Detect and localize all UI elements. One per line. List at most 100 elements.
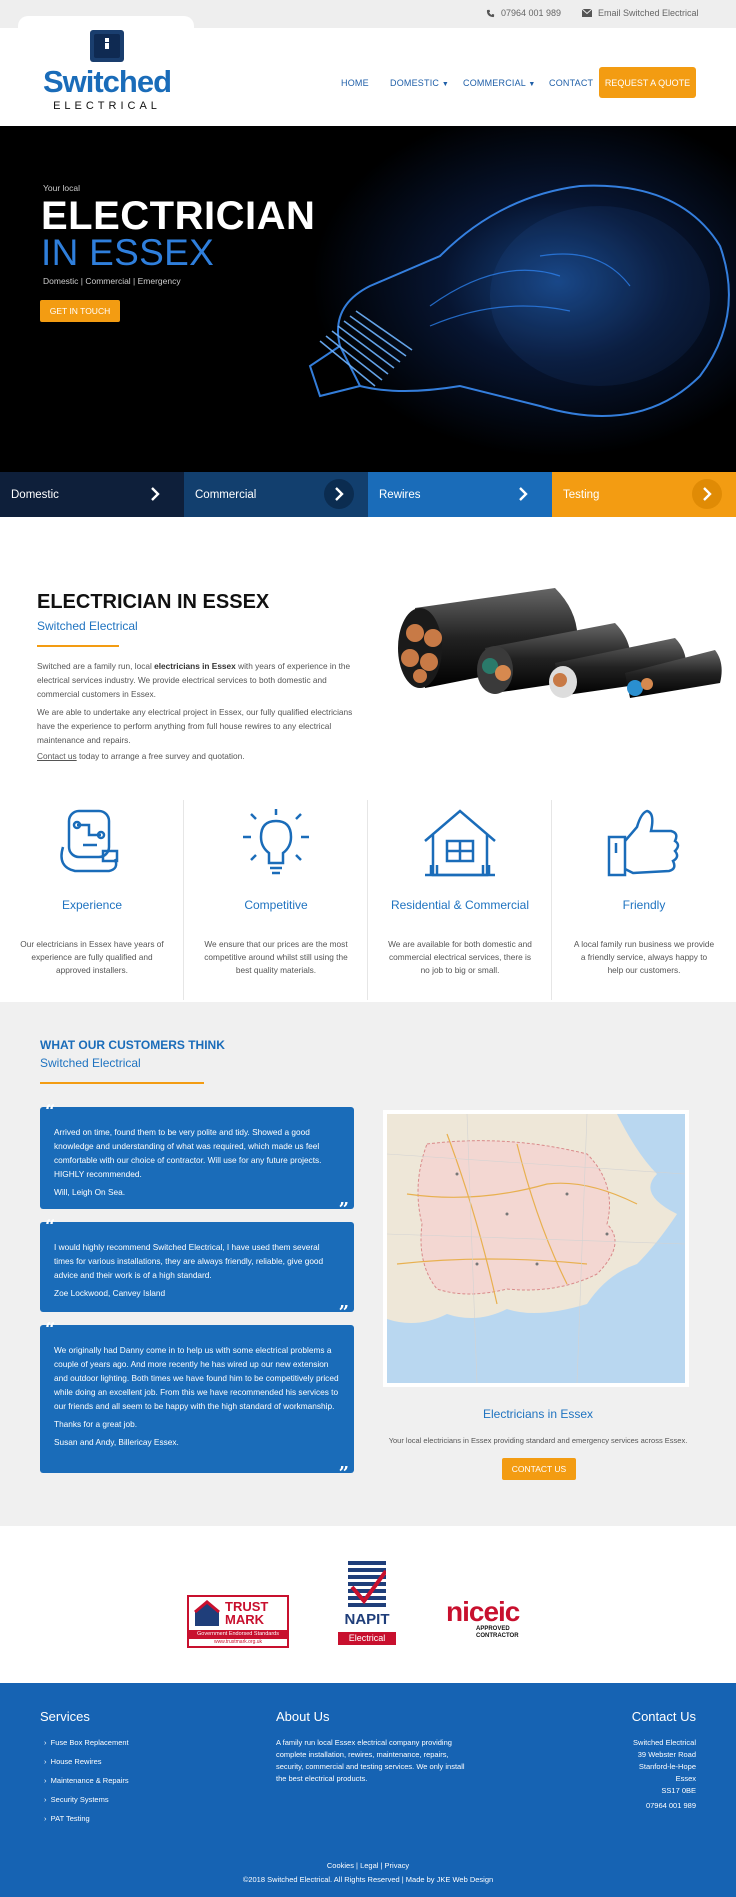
nav-commercial-label: COMMERCIAL <box>463 78 526 88</box>
testimonials-subtitle: Switched Electrical <box>40 1056 141 1070</box>
thumbs-up-icon <box>607 809 680 877</box>
footer-service-label: House Rewires <box>50 1757 102 1766</box>
feature-text: We are available for both domestic and c… <box>388 939 532 975</box>
feature-text: We ensure that our prices are the most c… <box>204 939 348 975</box>
trustmark-name: TRUST MARK <box>225 1599 269 1627</box>
footer-service-link[interactable]: › PAT Testing <box>44 1814 129 1823</box>
intro-paragraph-1: Switched are a family run, local electri… <box>37 659 357 701</box>
wiring-icon <box>60 809 119 873</box>
footer-phone[interactable]: 07964 001 989 <box>596 1801 696 1810</box>
napit-name: NAPIT <box>344 1611 390 1628</box>
napit-logo: NAPIT Electrical <box>338 1561 396 1647</box>
footer-service-label: Maintenance & Repairs <box>50 1776 129 1785</box>
service-label: Domestic <box>11 488 59 501</box>
footer-about-title: About Us <box>276 1709 330 1724</box>
service-label: Testing <box>563 488 600 501</box>
chevron-right-icon: › <box>44 1776 51 1785</box>
intro-text: Switched are a family run, local <box>37 661 155 671</box>
service-rewires[interactable]: Rewires <box>368 472 552 517</box>
chevron-right-icon: › <box>44 1757 51 1766</box>
nav-commercial[interactable]: COMMERCIAL ▼ <box>463 78 536 88</box>
intro-subtitle: Switched Electrical <box>37 619 138 633</box>
chevron-right-icon <box>692 479 722 509</box>
intro-paragraph-3: Contact us today to arrange a free surve… <box>37 749 357 763</box>
phone-icon <box>486 9 495 17</box>
testimonial-text: We originally had Danny come in to help … <box>54 1345 339 1411</box>
feature-text: Our electricians in Essex have years of … <box>20 939 164 975</box>
quote-close-icon: ” <box>338 1302 349 1323</box>
lightbulb-icon <box>243 809 309 875</box>
testimonial-extra: Thanks for a great job. <box>54 1419 138 1429</box>
phone-number: 07964 001 989 <box>501 8 562 18</box>
testimonial-card: “ Arrived on time, found them to be very… <box>40 1103 354 1219</box>
testimonial-text: Arrived on time, found them to be very p… <box>54 1127 322 1179</box>
trustmark-shield-icon <box>194 1600 220 1626</box>
service-commercial[interactable]: Commercial <box>184 472 368 517</box>
address-line: SS17 0BE <box>661 1786 696 1795</box>
footer-services-list: › Fuse Box Replacement › House Rewires ›… <box>44 1738 129 1833</box>
footer-service-link[interactable]: › Fuse Box Replacement <box>44 1738 129 1747</box>
switch-icon <box>90 30 124 62</box>
request-quote-button[interactable]: REQUEST A QUOTE <box>599 67 696 98</box>
feature-title: Friendly <box>622 898 666 912</box>
service-testing[interactable]: Testing <box>552 472 736 517</box>
quote-open-icon: “ <box>45 1319 56 1340</box>
site-logo[interactable]: Switched ELECTRICAL <box>36 30 178 114</box>
footer-service-label: PAT Testing <box>50 1814 90 1823</box>
chevron-right-icon: › <box>44 1795 51 1804</box>
phone-link[interactable]: 07964 001 989 <box>486 8 561 18</box>
footer-service-link[interactable]: › House Rewires <box>44 1757 129 1766</box>
feature-friendly: Friendly A local family run business we … <box>552 792 736 1002</box>
address-line: Switched Electrical <box>633 1738 696 1747</box>
logo-name: Switched <box>42 64 172 99</box>
quote-close-icon: ” <box>338 1199 349 1220</box>
feature-title: Residential & Commercial <box>390 898 530 912</box>
footer-services-title: Services <box>40 1709 90 1724</box>
contact-us-link[interactable]: Contact us <box>37 751 77 761</box>
nav-home[interactable]: HOME <box>341 78 369 88</box>
feature-title: Competitive <box>244 898 308 912</box>
chevron-right-icon <box>324 479 354 509</box>
lightbulb-image <box>308 184 730 417</box>
intro-text: today to arrange a free survey and quota… <box>76 751 245 761</box>
niceic-logo: niceic APPROVED CONTRACTOR <box>446 1596 550 1648</box>
quote-open-icon: “ <box>45 1216 56 1237</box>
address-line: Stanford-le-Hope <box>638 1762 696 1771</box>
footer-service-link[interactable]: › Maintenance & Repairs <box>44 1776 129 1785</box>
map-text: Your local electricians in Essex providi… <box>388 1436 688 1445</box>
nav-domestic-label: DOMESTIC <box>390 78 440 88</box>
testimonial-card: “ I would highly recommend Switched Elec… <box>40 1216 354 1322</box>
address-line: Essex <box>675 1774 696 1783</box>
testimonial-card: “ We originally had Danny come in to hel… <box>40 1319 354 1483</box>
testimonial-text: I would highly recommend Switched Electr… <box>54 1242 324 1280</box>
essex-map[interactable] <box>383 1110 689 1387</box>
feature-title: Experience <box>61 898 123 912</box>
hero-title-2: IN ESSEX <box>41 232 215 273</box>
trustmark-url: www.trustmark.org.uk <box>213 1639 263 1645</box>
niceic-sub-2: CONTRACTOR <box>476 1633 519 1639</box>
niceic-wordmark: niceic <box>446 1596 520 1627</box>
chevron-right-icon <box>508 479 538 509</box>
footer-service-link[interactable]: › Security Systems <box>44 1795 129 1804</box>
footer-copyright: ©2018 Switched Electrical. All Rights Re… <box>242 1875 494 1884</box>
contact-us-button[interactable]: CONTACT US <box>502 1458 576 1480</box>
footer-contact-title: Contact Us <box>631 1709 696 1724</box>
map-image <box>386 1113 686 1384</box>
cables-image <box>398 588 722 698</box>
hero-tagline: Domestic | Commercial | Emergency <box>43 276 181 286</box>
intro-title: ELECTRICIAN IN ESSEX <box>37 591 270 613</box>
napit-sub: Electrical <box>338 1632 396 1645</box>
email-link[interactable]: Email Switched Electrical <box>582 8 699 18</box>
get-in-touch-button[interactable]: GET IN TOUCH <box>40 300 120 322</box>
hero-kicker: Your local <box>43 183 81 193</box>
service-domestic[interactable]: Domestic <box>0 472 184 517</box>
caret-down-icon: ▼ <box>528 81 536 88</box>
address-line: 39 Webster Road <box>637 1750 696 1759</box>
feature-text: A local family run business we provide a… <box>573 939 715 975</box>
nav-contact[interactable]: CONTACT <box>549 78 593 88</box>
nav-domestic[interactable]: DOMESTIC ▼ <box>390 78 449 88</box>
envelope-icon <box>582 9 592 17</box>
email-label: Email Switched Electrical <box>598 8 699 18</box>
orange-divider <box>37 645 119 647</box>
footer-legal-links[interactable]: Cookies | Legal | Privacy <box>0 1861 736 1870</box>
